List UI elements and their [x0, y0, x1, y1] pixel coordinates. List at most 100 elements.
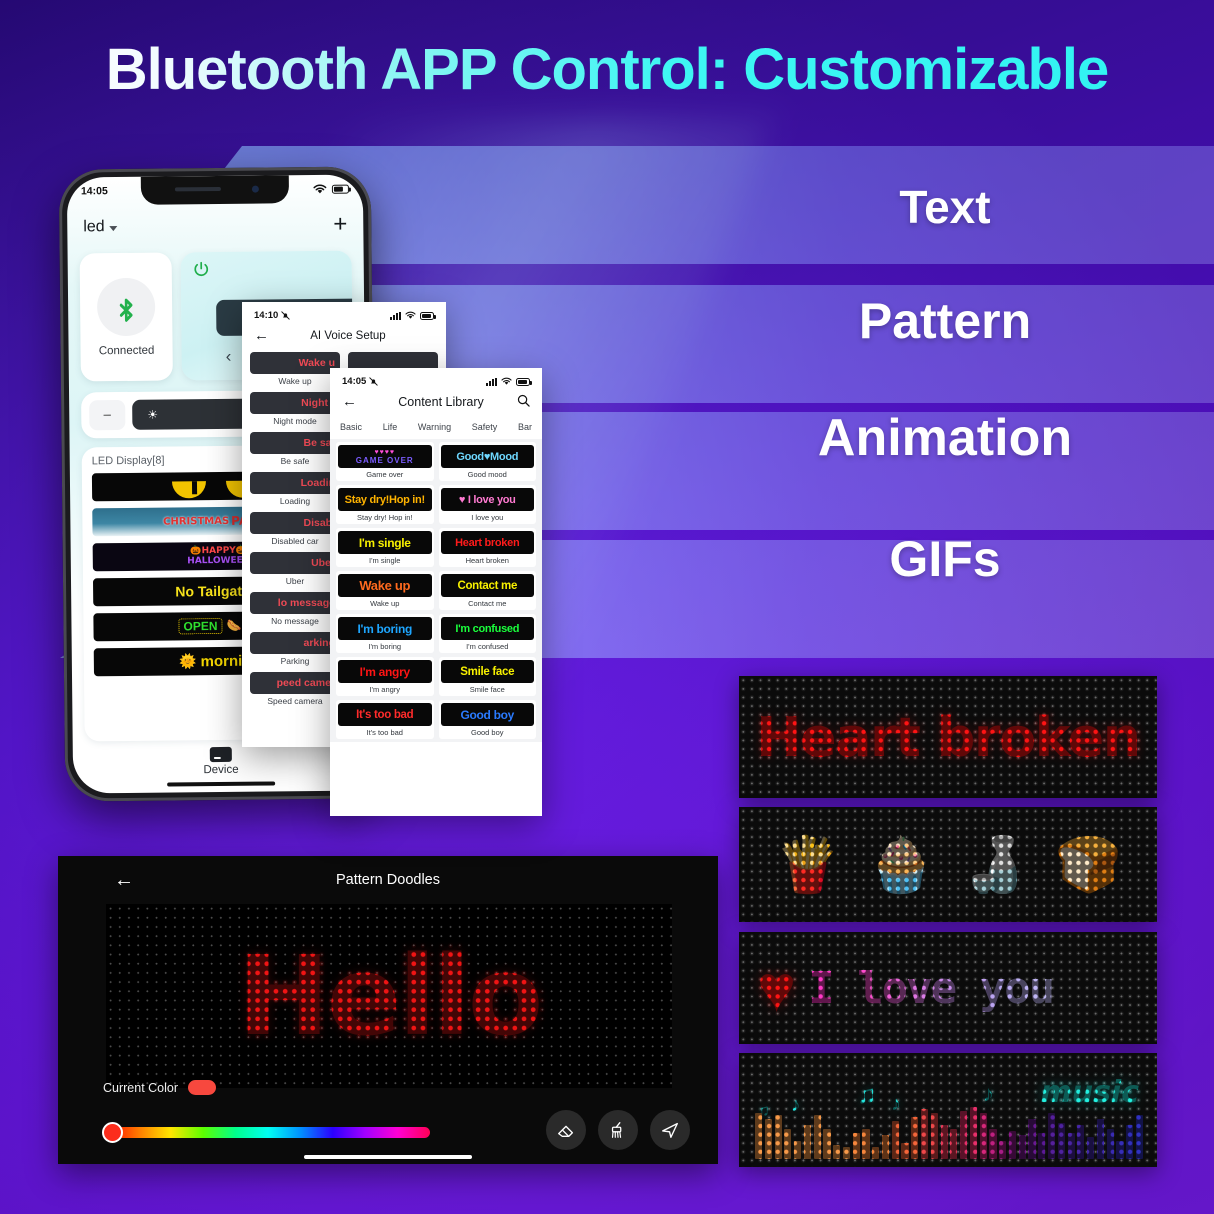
doodle-canvas[interactable]: Hello — [106, 904, 672, 1088]
back-arrow-icon[interactable]: ← — [342, 393, 357, 410]
plus-icon[interactable]: + — [333, 211, 347, 238]
heart-icon: ♥ — [757, 950, 797, 1025]
back-arrow-icon[interactable]: ← — [254, 327, 269, 344]
list-item[interactable]: I'm angry I'm angry — [336, 657, 434, 696]
list-item[interactable]: ♥♥♥♥ GAME OVER Game over — [336, 442, 434, 481]
display-icon[interactable] — [209, 746, 232, 762]
list-item[interactable]: I'm boring I'm boring — [336, 614, 434, 653]
voice-item[interactable]: lo message No message — [250, 592, 340, 626]
led-preview: I'm boring — [338, 617, 432, 640]
list-item[interactable]: It's too bad It's too bad — [336, 700, 434, 739]
bell-off-icon — [369, 377, 379, 386]
search-icon[interactable] — [517, 394, 530, 410]
brightness-minus-button[interactable]: − — [89, 399, 126, 431]
list-item[interactable]: Contact me Contact me — [438, 571, 536, 610]
doodles-controls: Current Color — [58, 1080, 718, 1164]
equalizer-bar — [1116, 1141, 1124, 1159]
cupcake-icon: 🧁 — [867, 834, 935, 895]
current-color-swatch[interactable] — [188, 1080, 217, 1095]
led-panel-i-love-you: ♥ I love you — [739, 932, 1157, 1044]
voice-item[interactable]: arking Parking — [250, 632, 340, 666]
equalizer-bar — [774, 1115, 782, 1159]
power-icon[interactable] — [193, 261, 210, 283]
equalizer-bar — [1038, 1133, 1046, 1159]
equalizer-bar — [969, 1107, 978, 1159]
doodles-header: ← Pattern Doodles — [58, 856, 718, 904]
item-label: Smile face — [469, 685, 505, 694]
voice-item[interactable]: peed camer Speed camera — [250, 672, 340, 706]
equalizer-bar — [1077, 1125, 1085, 1159]
tab-safety[interactable]: Safety — [472, 422, 498, 432]
list-item[interactable]: ♥ I love you I love you — [438, 485, 536, 524]
panel-header: ← AI Voice Setup — [242, 323, 446, 352]
tab-device[interactable]: Device — [203, 763, 238, 775]
led-preview: I'm angry — [338, 660, 432, 683]
hue-slider-thumb[interactable] — [102, 1122, 123, 1143]
equalizer-bar — [833, 1145, 841, 1159]
battery-icon — [420, 311, 437, 320]
wifi-icon — [313, 183, 327, 193]
list-item[interactable]: I'm confused I'm confused — [438, 614, 536, 653]
voice-item[interactable]: Disabl Disabled car — [250, 512, 340, 546]
led-preview: Heart broken — [440, 531, 534, 554]
status-time: 14:05 — [80, 185, 108, 198]
voice-label: Parking — [280, 656, 310, 666]
voice-label: Wake up — [278, 376, 312, 386]
equalizer-bar — [891, 1121, 899, 1159]
list-item[interactable]: Stay dry!Hop in! Stay dry! Hop in! — [336, 485, 434, 524]
list-item[interactable]: Heart broken Heart broken — [438, 528, 536, 567]
voice-label: No message — [271, 616, 319, 626]
list-item[interactable]: Smile face Smile face — [438, 657, 536, 696]
voice-item[interactable]: Night r Night mode — [250, 392, 340, 426]
tab-warning[interactable]: Warning — [418, 422, 451, 432]
device-name: led — [83, 218, 105, 236]
hue-slider[interactable] — [106, 1127, 430, 1138]
phone-status-bar: 14:05 — [67, 174, 363, 205]
eraser-icon[interactable] — [546, 1110, 586, 1150]
equalizer-bar — [1067, 1133, 1075, 1159]
voice-label: Uber — [285, 576, 305, 586]
item-label: Contact me — [468, 599, 507, 608]
voice-item[interactable]: Wake u Wake up — [250, 352, 340, 386]
send-icon[interactable] — [650, 1110, 690, 1150]
list-item[interactable]: Good boy Good boy — [438, 700, 536, 739]
tab-bar[interactable]: Bar — [518, 422, 532, 432]
tab-basic[interactable]: Basic — [340, 422, 362, 432]
item-label: I'm single — [369, 556, 401, 565]
bluetooth-card[interactable]: Connected — [79, 252, 173, 382]
canvas-text: Hello — [237, 932, 544, 1060]
led-panel-food-icons: 🍟 🧁 🍶 🍞 — [739, 807, 1157, 922]
equalizer-bar — [960, 1111, 968, 1159]
voice-label: Speed camera — [267, 696, 323, 706]
list-item[interactable]: Wake up Wake up — [336, 571, 434, 610]
doodles-title: Pattern Doodles — [336, 872, 440, 888]
item-label: I'm boring — [368, 642, 402, 651]
voice-chip: Night r — [250, 392, 340, 414]
item-label: Heart broken — [465, 556, 509, 565]
led-preview: Smile face — [440, 660, 534, 683]
voice-item[interactable]: Uber Uber — [250, 552, 340, 586]
music-row: ♫ ♪ ♫ ♪ ♪ music — [739, 1053, 1157, 1167]
voice-item[interactable]: Be saf Be safe — [250, 432, 340, 466]
led-preview: Wake up — [338, 574, 432, 597]
voice-chip: Loadin — [250, 472, 340, 494]
equalizer-bar — [930, 1113, 938, 1159]
led-preview: Good♥Mood — [440, 445, 534, 468]
battery-icon — [516, 377, 533, 386]
voice-item[interactable]: Loadin Loading — [250, 472, 340, 506]
chevron-left-icon[interactable]: ‹ — [226, 347, 232, 367]
equalizer-bars — [755, 1103, 1144, 1159]
list-item[interactable]: Good♥Mood Good mood — [438, 442, 536, 481]
item-label: I'm angry — [369, 685, 401, 694]
signal-icon — [390, 311, 401, 320]
equalizer-bar — [1028, 1119, 1036, 1159]
device-selector[interactable]: led — [83, 218, 118, 236]
broom-icon[interactable] — [598, 1110, 638, 1150]
battery-icon — [331, 184, 349, 194]
equalizer-bar — [1087, 1137, 1095, 1159]
feature-label-animation: Animation — [817, 409, 1073, 467]
chevron-down-icon — [109, 226, 118, 232]
back-arrow-icon[interactable]: ← — [114, 869, 134, 892]
tab-life[interactable]: Life — [383, 422, 398, 432]
list-item[interactable]: I'm single I'm single — [336, 528, 434, 567]
